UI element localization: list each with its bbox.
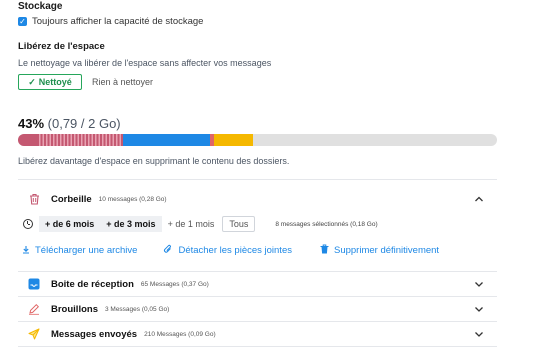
storage-heading: Stockage xyxy=(18,1,63,12)
age-filter-bar: + de 6 mois + de 3 mois + de 1 mois Tous… xyxy=(18,216,378,232)
usage-segment-sent xyxy=(214,134,253,146)
show-capacity-option[interactable]: ✓ Toujours afficher la capacité de stock… xyxy=(18,16,203,27)
divider xyxy=(18,346,497,347)
download-icon xyxy=(22,245,30,257)
folder-row-drafts[interactable]: Brouillons 3 Messages (0,05 Go) xyxy=(18,297,497,321)
filter-6-months[interactable]: + de 6 mois xyxy=(39,216,101,232)
checkbox-checked-icon[interactable]: ✓ xyxy=(18,17,27,26)
delete-permanently-label: Supprimer définitivement xyxy=(334,245,440,256)
usage-segment-inbox xyxy=(123,134,210,146)
filter-3-months[interactable]: + de 3 mois xyxy=(100,216,162,232)
chevron-down-icon[interactable] xyxy=(473,277,485,289)
usage-percent: 43% xyxy=(18,116,45,131)
inbox-icon xyxy=(27,277,41,291)
usage-detail: (0,79 / 2 Go) xyxy=(47,116,121,131)
folder-name: Boite de réception xyxy=(51,278,134,290)
paperclip-icon xyxy=(163,244,173,257)
folder-info: 210 Messages (0,09 Go) xyxy=(144,330,216,338)
usage-segment-trash xyxy=(18,134,38,146)
show-capacity-label: Toujours afficher la capacité de stockag… xyxy=(32,16,204,27)
folder-name: Brouillons xyxy=(51,303,98,315)
filter-1-month[interactable]: + de 1 mois xyxy=(162,216,221,232)
delete-permanently-button[interactable]: Supprimer définitivement xyxy=(320,244,439,257)
folder-row-trash[interactable]: Corbeille 10 messages (0,28 Go) xyxy=(18,187,497,211)
detach-attachments-button[interactable]: Détacher les pièces jointes xyxy=(163,244,292,257)
cleanup-heading: Libérez de l'espace xyxy=(18,41,105,52)
folder-info: 65 Messages (0,37 Go) xyxy=(140,280,209,288)
chevron-up-icon[interactable] xyxy=(473,192,485,204)
usage-segment-trash-selected xyxy=(37,134,124,146)
trash-icon xyxy=(27,192,41,206)
folder-info: 3 Messages (0,05 Go) xyxy=(104,305,170,313)
trash-actions: Télécharger une archive Détacher les piè… xyxy=(18,244,497,257)
nothing-to-clean-label: Rien à nettoyer xyxy=(92,77,154,87)
download-archive-button[interactable]: Télécharger une archive xyxy=(22,245,137,257)
free-space-hint: Libérez davantage d'espace en supprimant… xyxy=(18,156,290,166)
divider xyxy=(18,179,497,180)
check-icon: ✓ xyxy=(28,76,36,87)
cleaned-button-label: Nettoyé xyxy=(38,77,72,87)
storage-usage-bar xyxy=(18,134,497,146)
clock-icon xyxy=(23,219,33,229)
trash-icon xyxy=(320,244,329,257)
send-icon xyxy=(27,327,41,341)
usage-summary: 43% (0,79 / 2 Go) xyxy=(18,116,121,131)
pencil-icon xyxy=(27,302,41,316)
folder-name: Messages envoyés xyxy=(51,328,138,340)
chevron-down-icon[interactable] xyxy=(473,327,485,339)
selected-count: 8 messages sélectionnés (0,18 Go) xyxy=(275,220,378,228)
detach-attachments-label: Détacher les pièces jointes xyxy=(178,245,292,256)
chevron-down-icon[interactable] xyxy=(473,302,485,314)
download-archive-label: Télécharger une archive xyxy=(35,245,138,256)
folder-info: 10 messages (0,28 Go) xyxy=(98,195,167,203)
folder-name: Corbeille xyxy=(51,193,92,205)
cleanup-description: Le nettoyage va libérer de l'espace sans… xyxy=(18,58,272,68)
folder-row-sent[interactable]: Messages envoyés 210 Messages (0,09 Go) xyxy=(18,322,497,346)
filter-all[interactable]: Tous xyxy=(222,216,256,232)
cleaned-button[interactable]: ✓ Nettoyé xyxy=(18,74,82,90)
folder-row-inbox[interactable]: Boite de réception 65 Messages (0,37 Go) xyxy=(18,272,497,296)
